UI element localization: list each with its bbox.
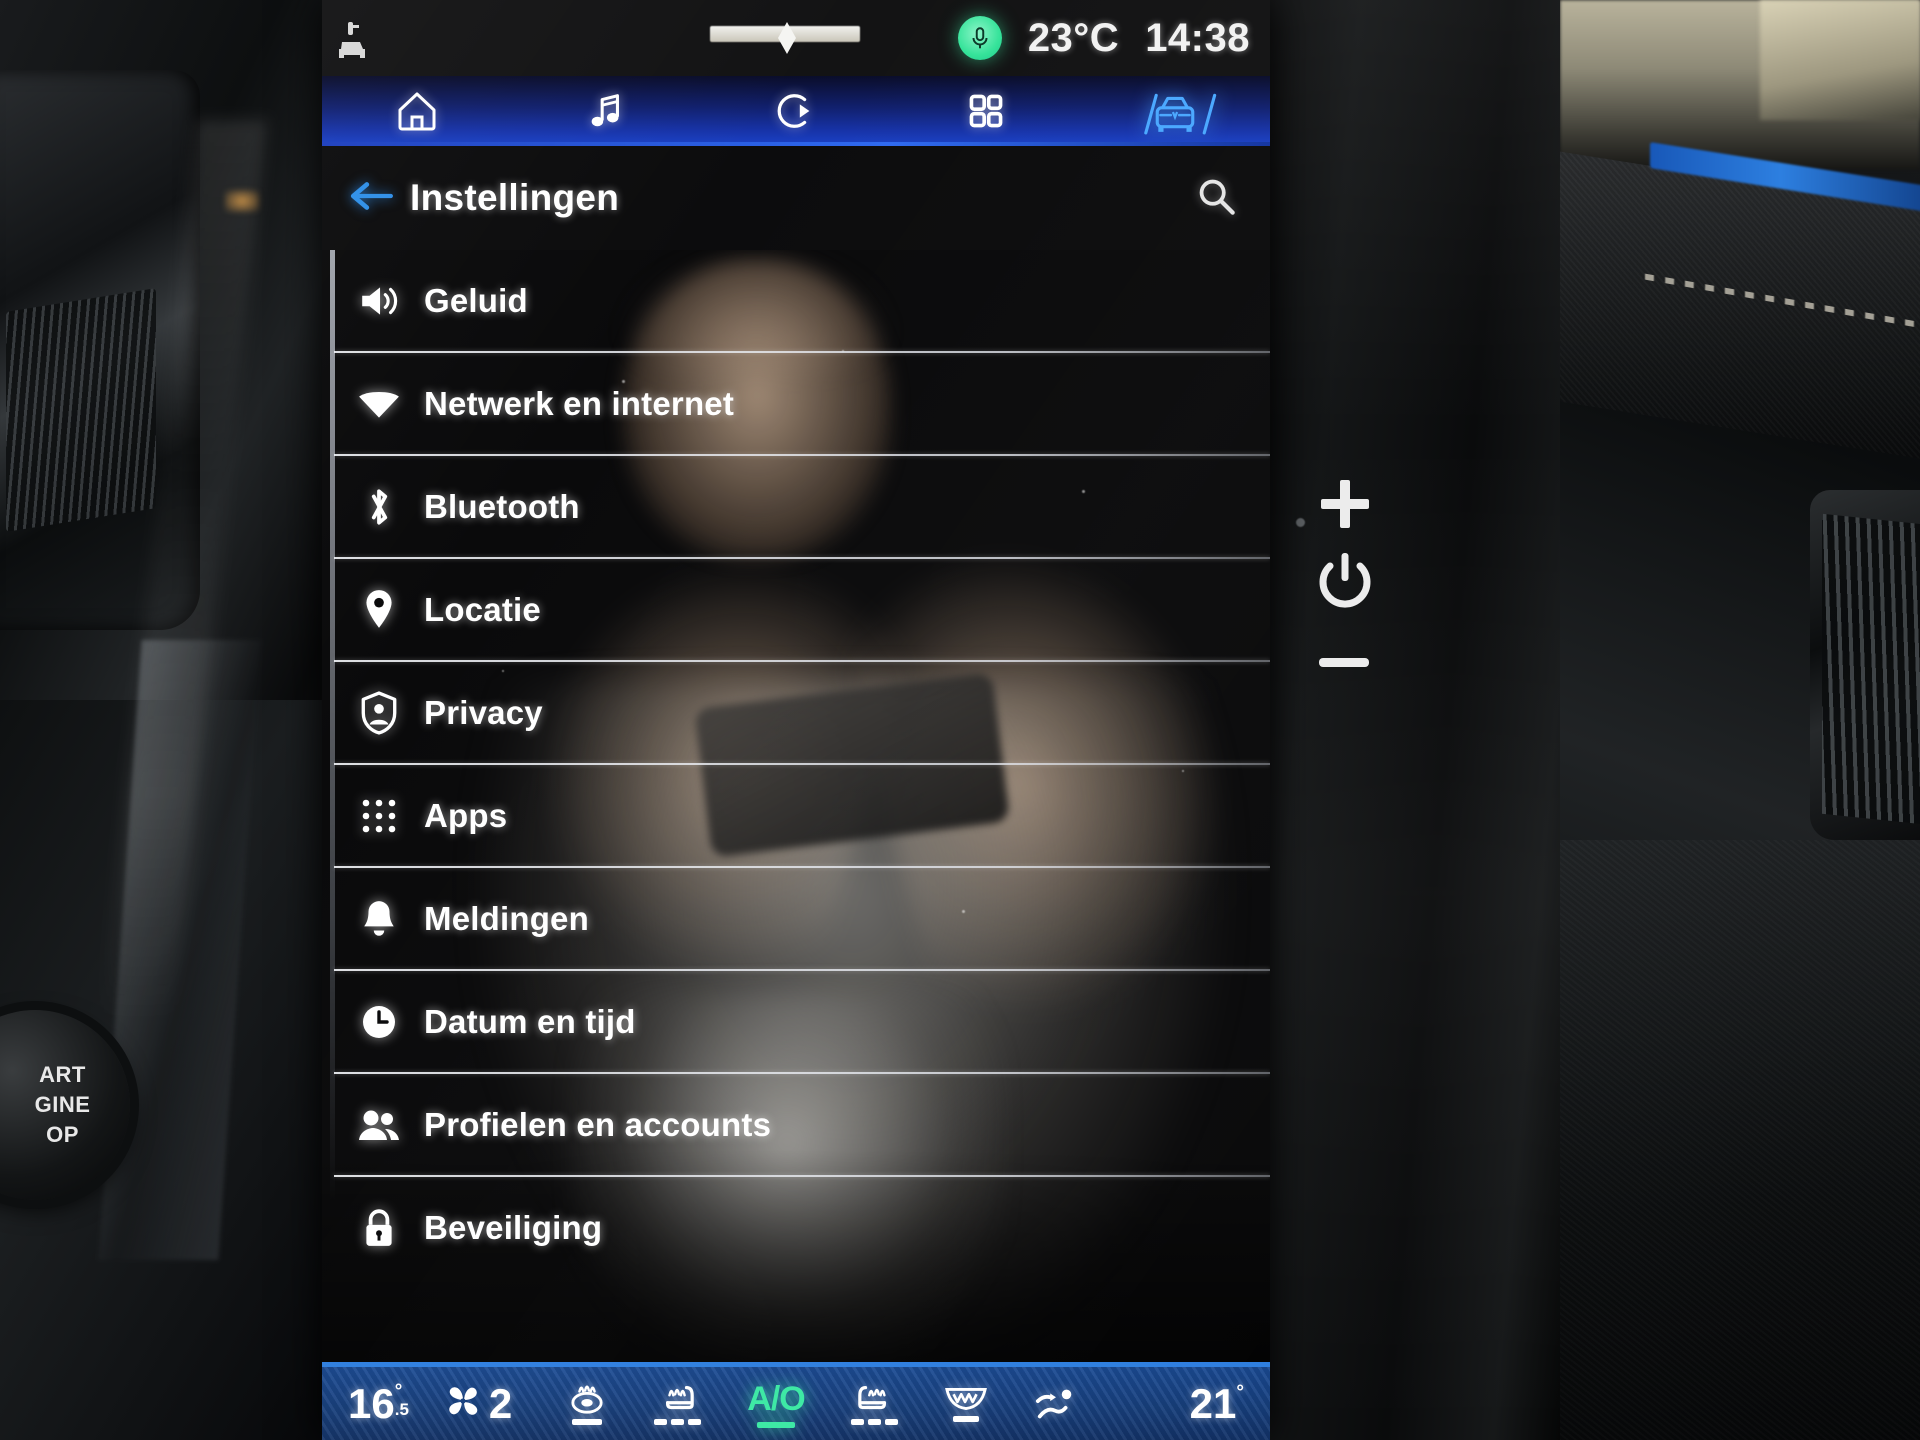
right-air-vent-slats <box>1822 513 1920 827</box>
settings-row-bluetooth[interactable]: Bluetooth <box>322 456 1270 557</box>
passenger-temperature[interactable]: 21 ° <box>1190 1380 1244 1428</box>
left-dashboard-trim <box>0 0 330 1440</box>
home-icon <box>398 92 436 131</box>
settings-row-label: Meldingen <box>424 899 589 937</box>
bezel-sensor-dot <box>1296 518 1305 527</box>
nav-media[interactable] <box>512 76 702 146</box>
start-button-line-1: ART <box>39 1062 86 1087</box>
settings-list[interactable]: Geluid Netwerk en internet Bluetooth Loc… <box>322 250 1270 1362</box>
people-icon <box>348 1107 410 1143</box>
screen-right-bezel <box>1270 0 1560 1440</box>
page-header: Instellingen <box>322 146 1270 250</box>
nav-apps[interactable] <box>891 76 1081 146</box>
settings-row-label: Netwerk en internet <box>424 384 735 422</box>
apps-dots-icon <box>348 797 410 835</box>
settings-row-netwerk-en-internet[interactable]: Netwerk en internet <box>322 353 1270 454</box>
volume-down-button[interactable] <box>1316 645 1372 679</box>
rear-defrost-icon[interactable] <box>944 1385 988 1422</box>
search-icon[interactable] <box>1196 176 1236 221</box>
driver-temp-value: 16 <box>348 1379 395 1427</box>
settings-row-label: Beveiliging <box>424 1208 603 1246</box>
settings-row-label: Geluid <box>424 281 528 319</box>
settings-row-label: Profielen en accounts <box>424 1105 772 1143</box>
settings-row-apps[interactable]: Apps <box>322 765 1270 866</box>
status-bar-right: 23°C 14:38 <box>957 0 1250 76</box>
climate-control-bar[interactable]: 16 ° .5 2 A/O 21 ° <box>322 1362 1270 1440</box>
right-dashboard-trim <box>1550 0 1920 1440</box>
start-button-line-3: OP <box>46 1122 79 1147</box>
fan-icon <box>443 1381 483 1426</box>
outside-temperature: 23°C <box>1027 15 1120 60</box>
page-title: Instellingen <box>410 177 620 218</box>
start-button-line-2: GINE <box>34 1092 91 1117</box>
heated-seat-left-icon[interactable] <box>654 1382 702 1425</box>
infotainment-screen[interactable]: 23°C 14:38 Instellingen Geluid Netwerk e… <box>322 0 1270 1440</box>
fan-speed-control[interactable]: 2 <box>443 1380 512 1428</box>
settings-row-locatie[interactable]: Locatie <box>322 559 1270 660</box>
lock-icon <box>348 1207 410 1249</box>
bluetooth-icon <box>348 485 410 529</box>
driver-temp-unit: ° .5 <box>394 1380 409 1419</box>
bezel-sheen <box>1270 0 1560 1440</box>
settings-row-meldingen[interactable]: Meldingen <box>322 868 1270 969</box>
fan-speed-value: 2 <box>488 1379 513 1427</box>
settings-row-label: Datum en tijd <box>424 1002 636 1040</box>
left-air-vent-slats <box>6 288 156 532</box>
settings-row-label: Locatie <box>424 590 541 628</box>
car-icon <box>1144 93 1217 135</box>
settings-row-profielen-en-accounts[interactable]: Profielen en accounts <box>322 1074 1270 1175</box>
settings-row-privacy[interactable]: Privacy <box>322 662 1270 763</box>
driver-temperature[interactable]: 16 ° .5 <box>348 1380 409 1428</box>
climate-buttons[interactable]: A/O <box>566 1380 1077 1428</box>
volume-icon <box>348 283 410 319</box>
settings-row-label: Bluetooth <box>424 487 580 525</box>
heated-seat-right-icon[interactable] <box>850 1382 898 1425</box>
nav-home[interactable] <box>322 76 512 146</box>
airflow-mode-icon[interactable] <box>1034 1387 1078 1421</box>
nav-phone[interactable] <box>701 76 891 146</box>
music-icon <box>592 94 620 127</box>
location-pin-icon <box>348 588 410 632</box>
clock-time: 14:38 <box>1145 15 1250 60</box>
wifi-icon <box>348 388 410 420</box>
main-navigation-bar[interactable] <box>322 76 1270 146</box>
clock-icon <box>348 1003 410 1041</box>
grid-apps-icon <box>969 94 1002 128</box>
play-circle-icon <box>777 94 810 128</box>
car-interior-photo: ART GINE OP 23°C 14:38 Instellingen Gelu… <box>0 0 1920 1440</box>
settings-row-label: Privacy <box>424 693 543 731</box>
shield-person-icon <box>348 690 410 735</box>
back-arrow-icon[interactable] <box>348 179 394 218</box>
volume-up-button[interactable] <box>1315 474 1375 534</box>
settings-row-label: Apps <box>424 796 508 834</box>
power-button[interactable] <box>1312 548 1378 614</box>
settings-row-geluid[interactable]: Geluid <box>322 250 1270 351</box>
windshield-daylight-bright <box>1760 0 1920 120</box>
right-lower-panel <box>1550 840 1920 1440</box>
settings-row-beveiliging[interactable]: Beveiliging <box>322 1177 1270 1278</box>
nav-vehicle[interactable] <box>1080 76 1270 146</box>
auto-climate-button[interactable]: A/O <box>747 1379 806 1428</box>
passenger-temp-value: 21 <box>1189 1379 1237 1427</box>
heated-windshield-icon[interactable] <box>566 1382 608 1425</box>
auto-climate-label: A/O <box>747 1379 805 1418</box>
car-key-icon <box>334 20 368 60</box>
microphone-icon[interactable] <box>957 16 1002 60</box>
passenger-temp-unit: ° <box>1236 1381 1244 1403</box>
status-bar: 23°C 14:38 <box>322 0 1270 76</box>
settings-row-datum-en-tijd[interactable]: Datum en tijd <box>322 971 1270 1072</box>
bell-icon <box>348 898 410 940</box>
